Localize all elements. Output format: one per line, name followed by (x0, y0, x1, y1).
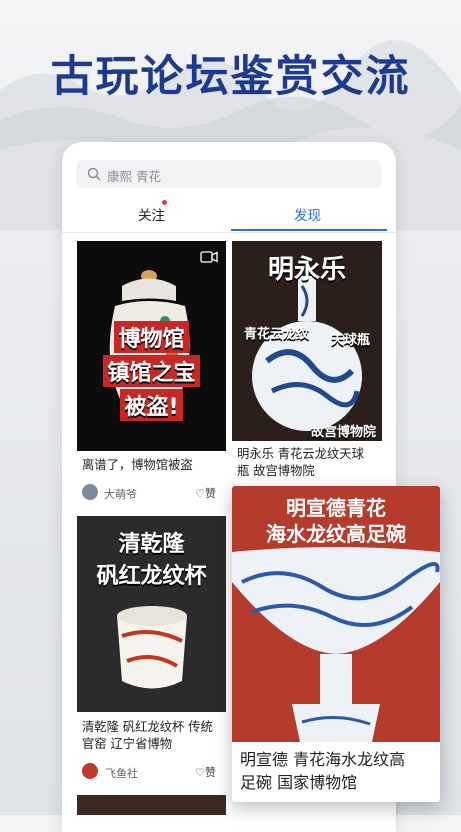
post-card[interactable]: 清乾隆 矾红龙纹杯 清乾隆 矾红龙纹杯 传统 官窑 辽宁省博物 飞鱼社 ♡赞 (77, 516, 226, 786)
post-caption: 离谱了，博物馆被盗 (82, 458, 193, 472)
author-name[interactable]: 飞鱼社 (105, 765, 138, 781)
like-button[interactable]: ♡赞 (195, 764, 216, 780)
overlay-line: 矾红龙纹杯 (96, 564, 207, 589)
post-caption: 明永乐 青花云龙纹天球瓶 故宫博物院 (237, 447, 364, 478)
overlay-line: 明永乐 (267, 255, 346, 285)
author-avatar (82, 763, 98, 779)
post-card[interactable]: 明永乐 青花云龙纹 天球瓶 故宫博物院 明永乐 青花云龙纹天球瓶 故宫博物院 (232, 241, 382, 481)
overlay-line: 清乾隆 (118, 532, 185, 557)
active-tab-indicator (231, 229, 387, 231)
bowl-illustration (232, 547, 440, 742)
author-avatar (82, 484, 98, 500)
tab-discover[interactable]: 发现 (294, 204, 321, 224)
banner-title: 古玩论坛鉴赏交流 (50, 52, 411, 102)
overlay-line: 镇馆之宝 (77, 355, 226, 387)
overlay-line: 被盗! (77, 389, 226, 421)
post-image: 清乾隆 矾红龙纹杯 (77, 516, 226, 712)
overlay-line: 天球瓶 (330, 333, 370, 348)
search-icon (87, 167, 101, 181)
post-image: 明永乐 青花云龙纹 天球瓶 故宫博物院 (232, 241, 382, 441)
overlay-line: 明宣德青花 (286, 496, 386, 520)
heart-icon: ♡ (195, 766, 205, 779)
post-card[interactable]: 博物馆 镇馆之宝 被盗! 离谱了，博物馆被盗 大萌爷 ♡赞 (77, 241, 226, 507)
post-caption: 清乾隆 矾红龙纹杯 传统 官窑 辽宁省博物 (82, 720, 213, 751)
tab-bar: 关注 发现 (62, 194, 396, 233)
post-image: 明宣德青花 海水龙纹高足碗 (232, 486, 440, 742)
tab-follow[interactable]: 关注 (138, 204, 165, 224)
notification-dot (162, 200, 167, 205)
video-icon (200, 251, 218, 263)
post-card[interactable] (77, 795, 226, 815)
post-caption: 明宣德 青花海水龙纹高 足碗 国家博物馆 (240, 750, 406, 792)
overlay-line: 故宫博物院 (310, 425, 376, 440)
post-image: 博物馆 镇馆之宝 被盗! (77, 241, 226, 451)
overlay-line: 博物馆 (77, 321, 226, 353)
post-card-highlighted[interactable]: 明宣德青花 海水龙纹高足碗 明宣德 青花海水龙纹高 足碗 国家博物馆 (232, 486, 440, 802)
search-placeholder: 康熙 青花 (107, 169, 161, 184)
heart-icon: ♡ (195, 487, 205, 500)
search-input[interactable]: 康熙 青花 (76, 160, 381, 188)
author-name[interactable]: 大萌爷 (104, 486, 137, 502)
like-button[interactable]: ♡赞 (195, 485, 216, 501)
